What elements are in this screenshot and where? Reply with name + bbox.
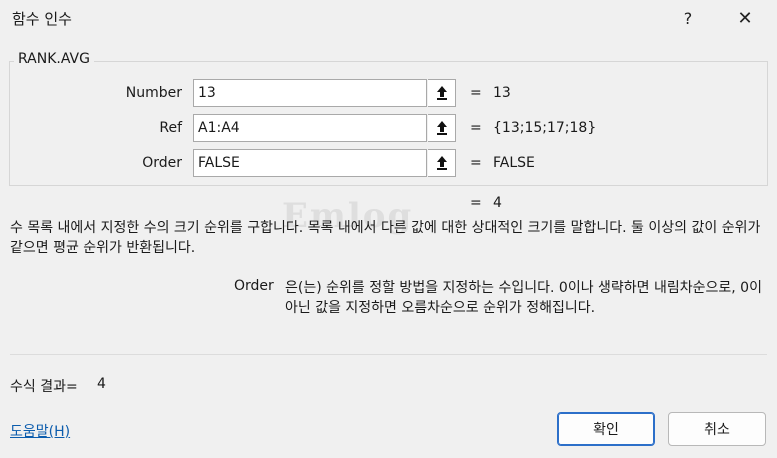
collapse-dialog-icon xyxy=(436,156,447,170)
argument-help-text: 은(는) 순위를 정할 방법을 지정하는 수입니다. 0이나 생략하면 내림차순… xyxy=(285,280,762,316)
function-description: 수 목록 내에서 지정한 수의 크기 순위를 구합니다. 목록 내에서 다른 값… xyxy=(10,220,761,256)
number-equals: = xyxy=(470,85,482,101)
close-button[interactable]: ✕ xyxy=(731,4,759,32)
order-equals: = xyxy=(470,155,482,171)
function-result-value: 4 xyxy=(493,195,502,211)
order-input[interactable] xyxy=(193,149,427,177)
collapse-dialog-icon xyxy=(436,121,447,135)
order-collapse-button[interactable] xyxy=(428,149,456,177)
function-result-equals: = xyxy=(470,195,482,211)
formula-result-label: 수식 결과= xyxy=(10,379,78,395)
function-name: RANK.AVG xyxy=(14,51,94,67)
dialog-title: 함수 인수 xyxy=(12,10,72,28)
ref-input[interactable] xyxy=(193,114,427,142)
order-result: FALSE xyxy=(493,155,535,171)
help-button[interactable]: ? xyxy=(674,4,702,32)
ref-label: Ref xyxy=(159,120,182,136)
ok-button[interactable]: 확인 xyxy=(557,412,655,446)
number-label: Number xyxy=(125,85,182,101)
order-label: Order xyxy=(142,155,182,171)
number-input[interactable] xyxy=(193,79,427,107)
ref-collapse-button[interactable] xyxy=(428,114,456,142)
ref-equals: = xyxy=(470,120,482,136)
number-result: 13 xyxy=(493,85,511,101)
help-link[interactable]: 도움말(H) xyxy=(10,421,70,441)
ref-result: {13;15;17;18} xyxy=(493,120,597,136)
argument-help-name: Order xyxy=(234,278,274,294)
collapse-dialog-icon xyxy=(436,86,447,100)
divider xyxy=(10,354,767,355)
number-collapse-button[interactable] xyxy=(428,79,456,107)
formula-result-value: 4 xyxy=(97,376,106,392)
cancel-button[interactable]: 취소 xyxy=(668,412,766,446)
